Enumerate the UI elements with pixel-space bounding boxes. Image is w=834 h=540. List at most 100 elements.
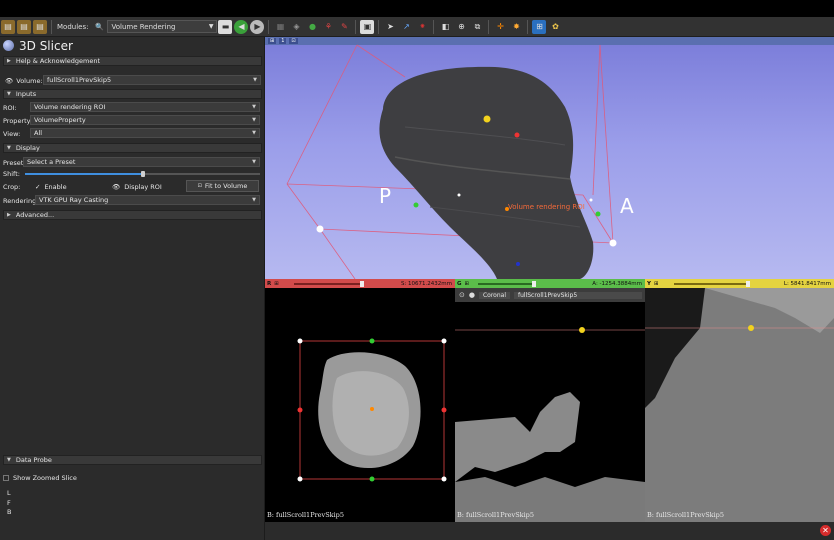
- volume-selector[interactable]: fullScroll1PrevSkip5 ▼: [43, 75, 261, 85]
- green-slice-marker[interactable]: [369, 476, 375, 482]
- pointer-icon[interactable]: ➤: [383, 20, 397, 34]
- pin-icon[interactable]: ⊞: [654, 281, 659, 287]
- window-level-icon[interactable]: ◧: [438, 20, 452, 34]
- yellow-slice-marker[interactable]: [579, 327, 585, 333]
- enable-label: Enable: [44, 182, 67, 191]
- volume-icon[interactable]: ◈: [289, 20, 303, 34]
- link-icon[interactable]: ⊙: [459, 291, 465, 299]
- red-marker[interactable]: [441, 407, 447, 413]
- eye-icon[interactable]: 👁: [5, 77, 13, 85]
- preset-selector[interactable]: Select a Preset ▼: [23, 157, 260, 167]
- show-zoomed-slice-checkbox[interactable]: Show Zoomed Slice: [3, 472, 77, 483]
- error-log-icon[interactable]: ✕: [820, 525, 831, 536]
- yellow-slice-marker[interactable]: [483, 115, 491, 123]
- save-icon[interactable]: ▤: [33, 19, 47, 34]
- chevron-down-icon: ▼: [252, 197, 256, 203]
- markups-icon[interactable]: ✎: [337, 20, 351, 34]
- crosshair-icon[interactable]: ✛: [493, 20, 507, 34]
- toolbar-separator: [488, 19, 490, 34]
- slider-handle[interactable]: [745, 280, 750, 287]
- green-slice-offset: A: -1254.3884mm: [592, 280, 642, 287]
- module-panel: 3D Slicer ▶ Help & Acknowledgement 👁 Vol…: [0, 37, 265, 540]
- fit-to-volume-label: Fit to Volume: [204, 182, 248, 190]
- roi-handle[interactable]: [609, 239, 617, 247]
- load-data-icon[interactable]: ▤: [1, 19, 15, 34]
- module-history-icon[interactable]: ▬: [218, 19, 233, 34]
- enable-checkbox[interactable]: ✓ Enable: [35, 181, 67, 192]
- screenshot-icon[interactable]: ▣: [360, 19, 375, 34]
- view-row: View:: [3, 128, 20, 139]
- 3d-view[interactable]: ⊞ 1 ⊡ P A Volume rendering ROI: [265, 37, 834, 279]
- roi-handle[interactable]: [316, 225, 324, 233]
- red-slice-marker[interactable]: [514, 132, 520, 138]
- fiducial-icon[interactable]: ✸: [509, 20, 523, 34]
- fit-to-volume-button[interactable]: ⊡ Fit to Volume: [186, 180, 259, 192]
- green-slice-view[interactable]: ⊙ ● Coronal fullScroll1PrevSkip5 B: full…: [455, 288, 645, 522]
- roi-handle[interactable]: [297, 338, 303, 344]
- toolbar-separator: [51, 19, 52, 34]
- green-slice-offset-slider[interactable]: [478, 280, 537, 287]
- green-slice-marker[interactable]: [595, 211, 601, 217]
- dicom-icon[interactable]: ▤: [17, 19, 31, 34]
- python-console-icon[interactable]: ✿: [548, 20, 562, 34]
- display-section-title: Display: [15, 144, 40, 152]
- red-slice-view[interactable]: B: fullScroll1PrevSkip5: [265, 288, 455, 522]
- search-icon[interactable]: 🔍: [92, 20, 106, 34]
- pin-icon[interactable]: ⊞: [274, 281, 279, 287]
- rendering-selector[interactable]: VTK GPU Ray Casting ▼: [35, 195, 260, 205]
- slider-handle[interactable]: [359, 280, 364, 287]
- status-bar: ✕: [265, 522, 834, 540]
- red-marker[interactable]: [297, 407, 303, 413]
- zoom-icon[interactable]: ⊕: [454, 20, 468, 34]
- roi-handle[interactable]: [297, 476, 303, 482]
- eye-icon[interactable]: ●: [469, 291, 475, 299]
- extension-manager-icon[interactable]: ⊞: [532, 19, 547, 34]
- transforms-icon[interactable]: ⚘: [321, 20, 335, 34]
- yellow-slice-image: [645, 288, 834, 522]
- display-section-header[interactable]: ▼ Display: [3, 143, 262, 153]
- probe-b-label: B: [7, 506, 11, 517]
- advanced-section-header[interactable]: ▶ Advanced...: [3, 210, 262, 220]
- display-roi-toggle[interactable]: 👁 Display ROI: [112, 181, 162, 192]
- collapse-icon: ▼: [7, 91, 11, 97]
- view-transform-icon[interactable]: ↗: [399, 20, 413, 34]
- green-volume[interactable]: fullScroll1PrevSkip5: [514, 291, 642, 299]
- inputs-section-header[interactable]: ▼ Inputs: [3, 89, 262, 99]
- green-slice-marker[interactable]: [413, 202, 419, 208]
- forward-arrow-icon[interactable]: ▶: [250, 19, 265, 34]
- roi-handle[interactable]: [441, 476, 447, 482]
- pin-icon[interactable]: ⊞: [465, 281, 470, 287]
- help-section-header[interactable]: ▶ Help & Acknowledgement: [3, 56, 262, 66]
- roi-selector[interactable]: Volume rendering ROI ▼: [30, 102, 260, 112]
- roi-handle[interactable]: [589, 198, 593, 202]
- roi-label: ROI:: [3, 103, 17, 112]
- scroll-volume-render[interactable]: [379, 66, 594, 279]
- data-probe-section-header[interactable]: ▼ Data Probe: [3, 455, 262, 465]
- layout-icon[interactable]: ▦: [273, 20, 287, 34]
- blue-marker: [516, 262, 520, 266]
- red-slice-offset-slider[interactable]: [293, 280, 364, 287]
- toolbar-separator: [433, 19, 435, 34]
- roi-center-handle[interactable]: [370, 407, 374, 411]
- roi-handle[interactable]: [457, 193, 461, 197]
- property-selector[interactable]: VolumeProperty ▼: [30, 115, 260, 125]
- models-icon[interactable]: ●: [305, 20, 319, 34]
- view-selector[interactable]: All ▼: [30, 128, 260, 138]
- fit-icon: ⊡: [197, 183, 202, 189]
- eye-icon: 👁: [112, 182, 121, 191]
- yellow-slice-marker[interactable]: [748, 325, 754, 331]
- roi-handle[interactable]: [441, 338, 447, 344]
- green-slice-controller: G ⊞ A: -1254.3884mm: [455, 279, 645, 288]
- module-selector[interactable]: Volume Rendering ▼: [107, 20, 218, 33]
- crosshair-link-icon[interactable]: ⧉: [470, 20, 484, 34]
- green-slice-marker[interactable]: [369, 338, 375, 344]
- shift-slider-handle[interactable]: [141, 171, 145, 177]
- 3d-scene: P A Volume rendering ROI: [286, 44, 634, 279]
- place-markup-icon[interactable]: ⁕: [415, 20, 429, 34]
- yellow-slice-offset-slider[interactable]: [673, 280, 750, 287]
- back-arrow-icon[interactable]: ◀: [234, 19, 249, 34]
- slider-handle[interactable]: [532, 280, 537, 287]
- green-orientation[interactable]: Coronal: [478, 291, 510, 299]
- yellow-slice-view[interactable]: B: fullScroll1PrevSkip5: [645, 288, 834, 522]
- green-slice-image: [455, 327, 645, 522]
